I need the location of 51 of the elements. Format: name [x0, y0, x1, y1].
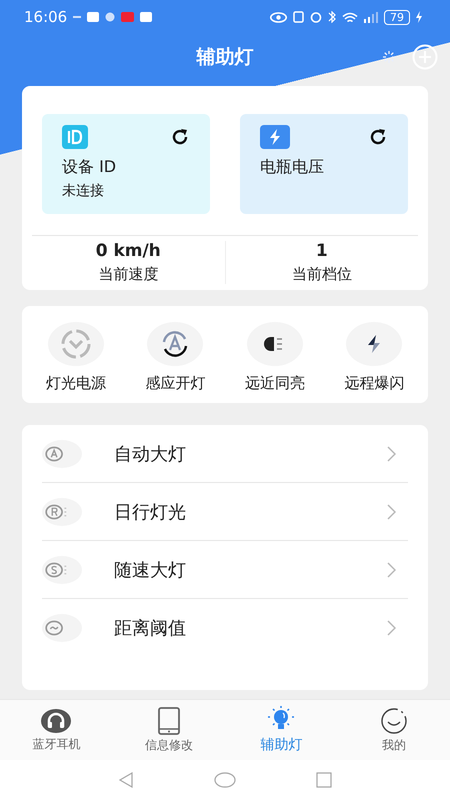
status-time: 16:06: [24, 8, 68, 26]
wifi-icon: [342, 12, 358, 22]
chevron-right-icon: [387, 504, 396, 520]
nav-tab[interactable]: 辅助灯: [225, 700, 338, 760]
settings-label: 随速大灯: [114, 558, 187, 582]
battery-indicator: 79: [384, 10, 410, 24]
lightning-icon: [260, 125, 290, 149]
power-dial-icon: [58, 327, 93, 361]
settings-row[interactable]: 自动大灯: [42, 425, 408, 483]
settings-row[interactable]: 日行灯光: [42, 483, 408, 541]
settings-row[interactable]: 距离阈值: [42, 599, 408, 656]
smiley-icon: [380, 706, 408, 734]
chevron-right-icon: [387, 446, 396, 462]
nav-tab[interactable]: 我的: [338, 700, 450, 760]
chevron-right-icon: [387, 620, 396, 636]
app-notification-icon: [121, 12, 134, 22]
settings-label: 日行灯光: [114, 500, 187, 524]
settings-label: 自动大灯: [114, 442, 187, 466]
headphones-icon: [40, 708, 72, 734]
stat-label: 当前档位: [292, 265, 352, 284]
recents-icon[interactable]: [316, 772, 332, 788]
settings-row[interactable]: 随速大灯: [42, 541, 408, 599]
back-icon[interactable]: [118, 772, 134, 788]
bluetooth-icon: [328, 11, 336, 23]
app-notification-icon: [140, 12, 152, 22]
signal-icon: [364, 12, 378, 22]
settings-label: 距离阈值: [114, 616, 187, 640]
nav-tab[interactable]: 蓝牙耳机: [0, 700, 112, 760]
refresh-icon[interactable]: [170, 127, 190, 147]
id-icon: [62, 125, 88, 149]
home-icon[interactable]: [214, 772, 236, 788]
tile-title: 设备 ID: [62, 157, 118, 178]
nav-tab[interactable]: 信息修改: [112, 700, 225, 760]
stat-value: 1: [316, 241, 328, 261]
app-notification-icon: [87, 12, 100, 22]
tile-value: 未连接: [62, 182, 105, 200]
stat-label: 当前速度: [98, 265, 158, 284]
eye-icon: [270, 12, 287, 22]
info-tile[interactable]: 电瓶电压: [240, 114, 408, 214]
stat-value: 0 km/h: [96, 241, 161, 261]
refresh-icon[interactable]: [368, 127, 388, 147]
page-title: 辅助灯: [195, 45, 254, 70]
app-notification-icon: [105, 12, 116, 22]
info-tile[interactable]: 设备 ID 未连接: [42, 114, 210, 214]
tile-title: 电瓶电压: [260, 157, 325, 178]
charging-icon: [416, 11, 422, 23]
chevron-right-icon: [387, 562, 396, 578]
tablet-icon: [158, 706, 180, 734]
add-button[interactable]: [412, 44, 438, 70]
usb-icon: [73, 15, 82, 19]
loading-icon: [382, 50, 396, 64]
